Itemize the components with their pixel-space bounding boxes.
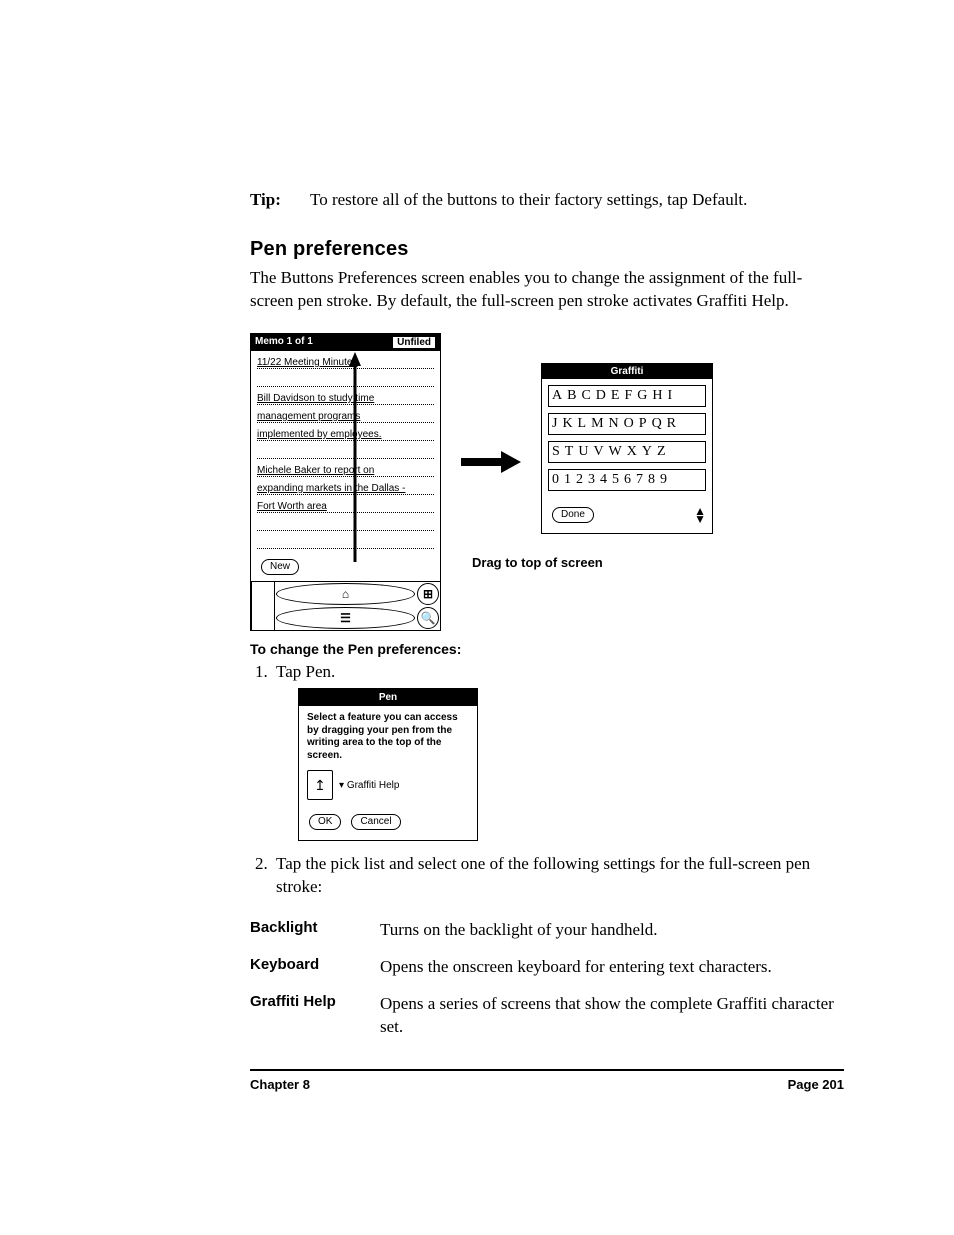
definitions-list: Backlight Turns on the backlight of your…	[250, 919, 844, 1039]
pen-dialog-screenshot: Pen Select a feature you can access by d…	[298, 688, 478, 842]
definition-term: Keyboard	[250, 956, 360, 979]
memo-title: Memo 1 of 1	[255, 336, 313, 349]
definition-row: Keyboard Opens the onscreen keyboard for…	[250, 956, 844, 979]
memo-header: Memo 1 of 1 Unfiled	[251, 334, 440, 351]
footer-chapter: Chapter 8	[250, 1077, 310, 1092]
step-text: Tap the pick list and select one of the …	[276, 854, 810, 896]
memo-line: Bill Davidson to study time	[257, 393, 374, 404]
calc-icon: ⊞	[417, 583, 439, 605]
step-item: Tap Pen. Pen Select a feature you can ac…	[272, 661, 844, 841]
pen-dialog-title: Pen	[299, 689, 477, 707]
pen-picklist: ↥ Graffiti Help	[299, 768, 477, 806]
procedure-heading: To change the Pen preferences:	[250, 641, 844, 657]
graffiti-row: STUVWXYZ	[548, 441, 706, 463]
definition-row: Backlight Turns on the backlight of your…	[250, 919, 844, 942]
cancel-button: Cancel	[351, 814, 400, 830]
figure-area: Memo 1 of 1 Unfiled 11/22 Meeting Minute…	[250, 333, 844, 631]
tip-block: Tip: To restore all of the buttons to th…	[250, 190, 844, 210]
definition-term: Graffiti Help	[250, 993, 360, 1039]
steps-list: Tap Pen. Pen Select a feature you can ac…	[250, 661, 844, 899]
section-heading: Pen preferences	[250, 238, 844, 261]
drag-caption: Drag to top of screen	[472, 555, 603, 570]
graffiti-title: Graffiti	[542, 364, 712, 379]
memo-category: Unfiled	[392, 336, 436, 349]
page-content: Tip: To restore all of the buttons to th…	[0, 0, 954, 1152]
step-item: Tap the pick list and select one of the …	[272, 853, 844, 899]
new-button: New	[261, 559, 299, 575]
graffiti-row: ABCDEFGHI	[548, 385, 706, 407]
graffiti-row: 0123456789	[548, 469, 706, 491]
page-footer: Chapter 8 Page 201	[250, 1077, 844, 1092]
ok-button: OK	[309, 814, 341, 830]
definition-desc: Turns on the backlight of your handheld.	[380, 919, 844, 942]
definition-desc: Opens the onscreen keyboard for entering…	[380, 956, 844, 979]
step-text: Tap Pen.	[276, 662, 335, 681]
scroll-arrows-icon: ▲▼	[694, 507, 706, 523]
graffiti-screenshot: Graffiti ABCDEFGHI JKLMNOPQR STUVWXYZ 01…	[541, 363, 713, 534]
definition-term: Backlight	[250, 919, 360, 942]
memo-line: expanding markets in the Dallas -	[257, 483, 405, 494]
graffiti-row: JKLMNOPQR	[548, 413, 706, 435]
silk-area: ⌂ ⊞ ☰ 🔍	[251, 581, 440, 630]
home-icon: ⌂	[276, 583, 415, 605]
memo-line: implemented by employees.	[257, 429, 382, 440]
definition-desc: Opens a series of screens that show the …	[380, 993, 844, 1039]
tip-text: To restore all of the buttons to their f…	[310, 190, 844, 210]
memo-line: Fort Worth area	[257, 501, 327, 512]
menu-icon: ☰	[276, 607, 415, 629]
definition-row: Graffiti Help Opens a series of screens …	[250, 993, 844, 1039]
memo-line: Michele Baker to report on	[257, 465, 374, 476]
intro-paragraph: The Buttons Preferences screen enables y…	[250, 267, 844, 313]
pen-stroke-icon: ↥	[307, 770, 333, 800]
footer-rule	[250, 1069, 844, 1071]
memo-line: 11/22 Meeting Minutes	[257, 357, 357, 368]
tip-label: Tip:	[250, 190, 294, 210]
footer-page: Page 201	[788, 1077, 844, 1092]
find-icon: 🔍	[417, 607, 439, 629]
right-arrow-icon	[461, 449, 521, 475]
memo-line: management programs	[257, 411, 360, 422]
graffiti-area	[251, 582, 275, 630]
done-button: Done	[552, 507, 594, 523]
pen-dialog-body: Select a feature you can access by dragg…	[299, 706, 477, 768]
memo-screenshot: Memo 1 of 1 Unfiled 11/22 Meeting Minute…	[250, 333, 441, 631]
pen-picklist-label: Graffiti Help	[339, 779, 399, 793]
memo-body: 11/22 Meeting Minutes Bill Davidson to s…	[251, 351, 440, 581]
